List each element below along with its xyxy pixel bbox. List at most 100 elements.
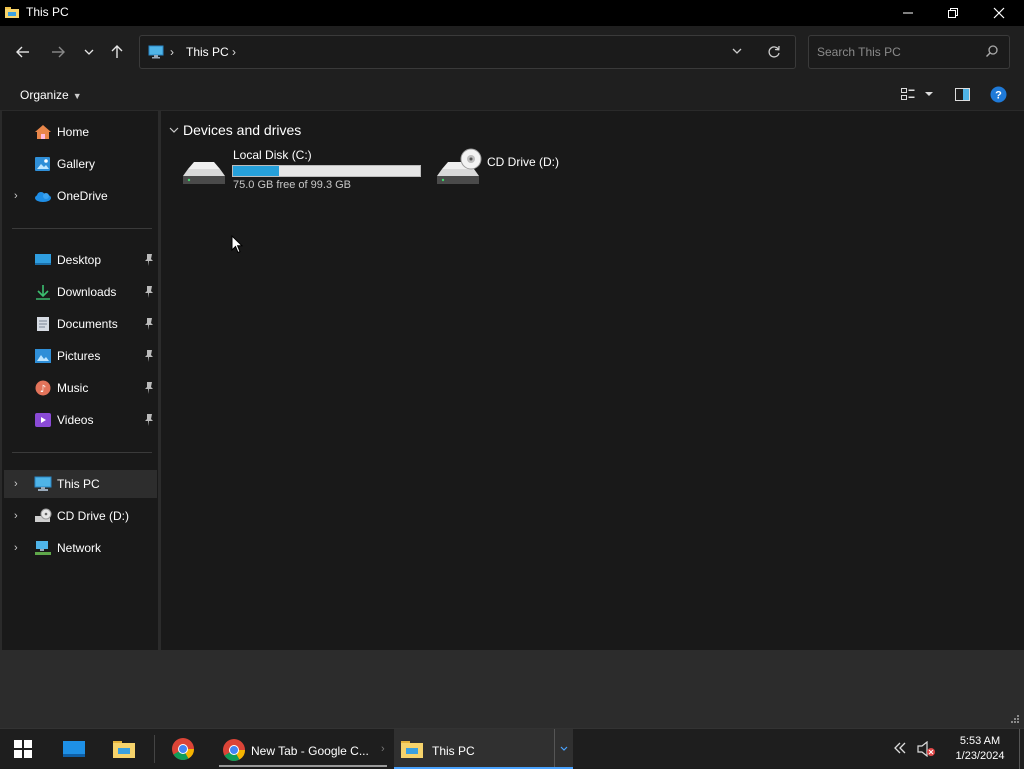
restore-button[interactable] <box>930 0 976 26</box>
drive-usage-bar <box>232 165 421 177</box>
search-input[interactable] <box>817 44 977 60</box>
breadcrumb-this-pc[interactable]: This PC <box>186 45 229 59</box>
chrome-icon <box>223 739 245 761</box>
sidebar-item-gallery[interactable]: Gallery <box>4 150 157 178</box>
sidebar-item-network[interactable]: › Network <box>4 534 157 562</box>
chevron-right-icon[interactable]: › <box>14 542 18 554</box>
sidebar-item-pictures[interactable]: Pictures <box>4 342 157 370</box>
sidebar-item-label: CD Drive (D:) <box>57 509 129 523</box>
file-explorer-window: This PC › This PC › Search This PC Organ… <box>0 0 1024 728</box>
drive-name: CD Drive (D:) <box>487 155 559 169</box>
caret-down-icon: ▼ <box>72 91 82 101</box>
pin-icon[interactable] <box>144 254 154 266</box>
pin-icon[interactable] <box>144 382 154 394</box>
sidebar-item-desktop[interactable]: Desktop <box>4 246 157 274</box>
organize-button[interactable]: Organize ▼ <box>20 88 82 102</box>
breadcrumb-separator: › <box>170 45 174 59</box>
window-title: This PC <box>26 5 69 19</box>
start-button[interactable] <box>14 729 32 769</box>
windows-logo-icon <box>14 740 32 758</box>
back-button[interactable] <box>10 40 36 64</box>
picture-icon <box>35 349 51 363</box>
desktop-icon <box>35 254 51 265</box>
video-icon <box>35 413 51 427</box>
chevron-down-icon <box>732 48 742 54</box>
chevron-down-icon <box>169 127 183 138</box>
download-icon <box>36 285 50 300</box>
title-bar: This PC <box>0 0 1024 26</box>
address-history-button[interactable] <box>732 43 742 62</box>
music-icon: ♪ <box>35 380 51 396</box>
help-icon[interactable]: ? <box>990 86 1007 103</box>
cd-drive-icon <box>35 508 52 522</box>
show-hidden-icons-icon[interactable] <box>894 742 906 754</box>
file-explorer-pinned[interactable] <box>112 729 136 769</box>
sidebar-item-documents[interactable]: Documents <box>4 310 157 338</box>
minimize-icon <box>903 12 913 14</box>
address-bar[interactable]: › This PC › <box>139 35 796 69</box>
sidebar-item-videos[interactable]: Videos <box>4 406 157 434</box>
pin-icon[interactable] <box>144 286 154 298</box>
sidebar-item-label: Gallery <box>57 157 96 171</box>
hard-drive-icon <box>183 162 225 184</box>
task-view-button[interactable] <box>62 729 86 769</box>
drive-free-space: 75.0 GB free of 99.3 GB <box>233 179 352 191</box>
show-desktop-button[interactable] <box>1019 729 1024 769</box>
drive-local-disk-c[interactable]: Local Disk (C:) 75.0 GB free of 99.3 GB <box>180 145 425 197</box>
taskbar: New Tab - Google C... › This PC 5:53 AM … <box>0 728 1024 769</box>
restore-icon <box>948 8 958 18</box>
taskbar-item-chrome[interactable]: New Tab - Google C... › <box>219 729 389 769</box>
volume-muted-icon[interactable] <box>917 741 937 757</box>
sidebar-item-cd-drive[interactable]: › CD Drive (D:) <box>4 502 157 530</box>
forward-button[interactable] <box>45 40 71 64</box>
pin-icon[interactable] <box>144 414 154 426</box>
sidebar-item-label: OneDrive <box>57 189 108 203</box>
sidebar-item-onedrive[interactable]: › OneDrive <box>4 182 157 210</box>
sidebar-item-label: Downloads <box>57 285 117 299</box>
folder-icon <box>113 741 135 758</box>
chevron-right-icon[interactable]: › <box>14 510 18 522</box>
chevron-right-icon[interactable]: › <box>14 190 18 202</box>
resize-grip-icon[interactable] <box>1010 714 1020 724</box>
sidebar-divider <box>12 452 152 453</box>
system-clock[interactable]: 5:53 AM 1/23/2024 <box>946 734 1014 764</box>
taskbar-item-this-pc[interactable]: This PC <box>394 729 573 769</box>
recent-locations-button[interactable] <box>76 40 102 64</box>
sidebar-item-home[interactable]: Home <box>4 118 157 146</box>
mouse-cursor-icon <box>231 235 243 254</box>
drive-name: Local Disk (C:) <box>233 148 312 162</box>
chrome-pinned[interactable] <box>171 729 195 769</box>
refresh-icon <box>768 45 780 58</box>
pin-icon[interactable] <box>144 350 154 362</box>
group-header-devices[interactable]: Devices and drives <box>169 122 301 138</box>
running-indicator <box>219 765 387 767</box>
search-icon <box>986 45 998 57</box>
sidebar-item-music[interactable]: ♪ Music <box>4 374 157 402</box>
chevron-right-icon[interactable]: › <box>14 478 18 490</box>
close-button[interactable] <box>976 0 1022 26</box>
refresh-button[interactable] <box>767 43 781 62</box>
drive-cd-d[interactable]: CD Drive (D:) <box>434 145 584 197</box>
preview-pane-icon[interactable] <box>954 86 971 102</box>
change-view-icon[interactable] <box>900 86 916 102</box>
search-box[interactable] <box>808 35 1010 69</box>
computer-icon <box>148 45 164 59</box>
breadcrumb-separator[interactable]: › <box>232 45 236 59</box>
taskbar-item-label: New Tab - Google C... <box>251 744 369 758</box>
sidebar-item-downloads[interactable]: Downloads <box>4 278 157 306</box>
cd-drive-icon <box>437 148 482 184</box>
home-icon <box>35 125 51 139</box>
pin-icon[interactable] <box>144 318 154 330</box>
computer-icon <box>34 476 52 491</box>
chevron-down-icon <box>84 49 94 55</box>
sidebar-item-label: This PC <box>57 477 100 491</box>
view-options-caret-icon[interactable] <box>924 91 934 97</box>
chevron-down-icon[interactable] <box>560 746 568 752</box>
up-button[interactable] <box>104 40 130 64</box>
sidebar-item-this-pc[interactable]: › This PC <box>4 470 157 498</box>
clock-time: 5:53 AM <box>959 735 1001 747</box>
group-title: Devices and drives <box>183 122 302 138</box>
cloud-icon <box>35 192 51 202</box>
status-area <box>0 650 1024 728</box>
minimize-button[interactable] <box>885 0 931 26</box>
